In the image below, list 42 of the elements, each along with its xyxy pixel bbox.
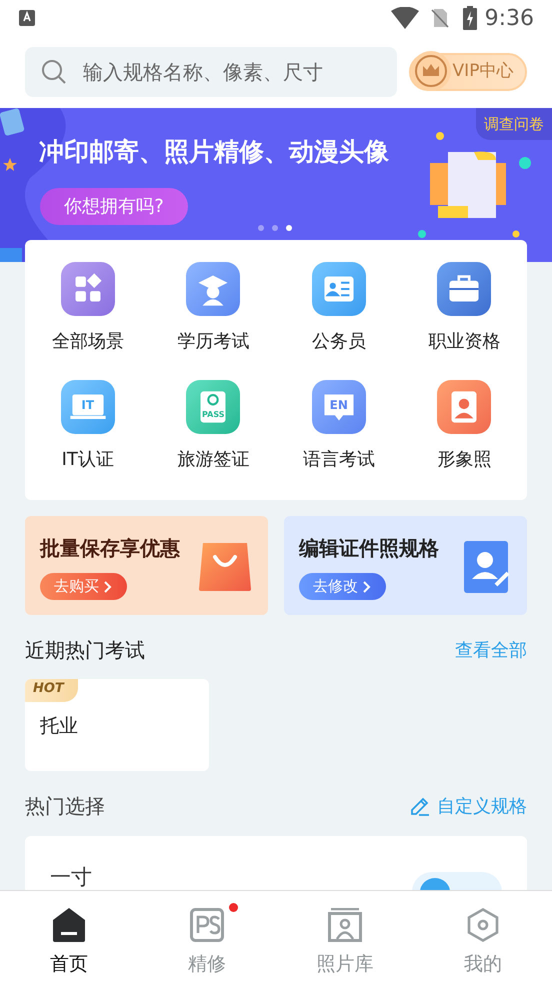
home-icon [52,908,86,942]
tab-item[interactable]: 首页 [0,891,138,983]
promo-title: 批量保存享优惠 [40,535,181,562]
section-title: 近期热门考试 [25,637,145,664]
exam-card[interactable]: HOT 托业 [25,679,209,771]
hot-tag: HOT [25,679,78,702]
category-item[interactable]: IT IT认证 [25,372,150,490]
section-title: 热门选择 [25,793,105,820]
profile-edit-icon [464,541,510,593]
chevron-icon [362,580,372,594]
category-item[interactable]: 形象照 [402,372,527,490]
no-sim-icon [428,7,451,29]
category-item[interactable]: PASS 旅游签证 [150,372,276,490]
pencil-icon [409,795,431,817]
survey-tag[interactable]: 调查问卷 [476,108,552,140]
banner-button[interactable]: 你想拥有吗? [40,188,188,225]
spec-name: 一寸 [50,864,92,891]
icon-label: EN [330,397,348,414]
hexagon-icon [466,908,500,942]
category-item[interactable]: EN 语言考试 [276,372,402,490]
exam-name: 托业 [40,714,78,739]
search-field[interactable]: 输入规格名称、像素、尺寸 [25,47,397,97]
promo-card[interactable]: 编辑证件照规格 去修改 [284,516,527,615]
ps-icon [190,908,224,942]
icon-label: PASS [202,409,224,421]
category-item[interactable]: 学历考试 [150,254,276,372]
category-item[interactable]: 职业资格 [402,254,527,372]
clock-time: 9:36 [484,4,534,32]
chevron-icon [103,580,113,594]
search-icon [41,59,67,85]
wifi-icon [390,7,419,29]
promo-title: 编辑证件照规格 [299,535,440,562]
category-item[interactable]: 公务员 [276,254,402,372]
category-item[interactable]: 全部场景 [25,254,150,372]
shopping-bag-icon [199,543,251,591]
battery-icon [462,6,477,30]
icon-label: IT [81,397,94,414]
portrait-icon [328,908,362,942]
promo-card[interactable]: 批量保存享优惠 去购买 [25,516,268,615]
banner-title: 冲印邮寄、照片精修、动漫头像 [39,136,389,168]
spec-card[interactable]: 一寸 [25,836,527,892]
keyboard-icon [18,9,36,27]
